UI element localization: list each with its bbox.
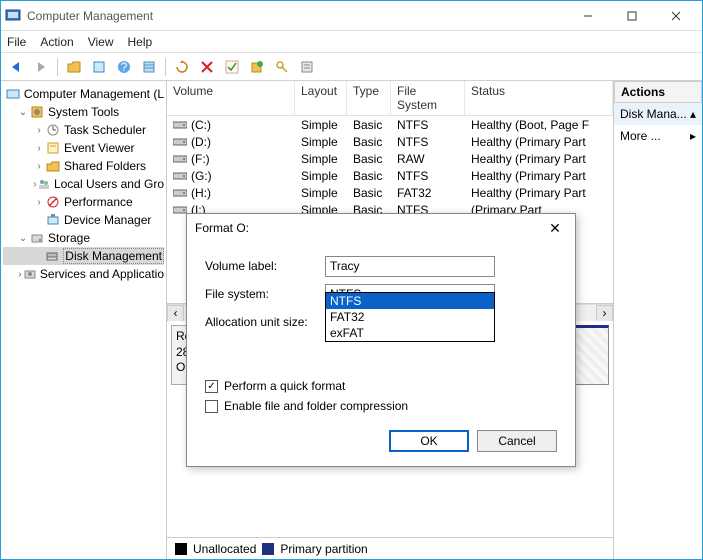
table-row[interactable]: (G:)SimpleBasicNTFSHealthy (Primary Part [167, 167, 613, 184]
tree-services[interactable]: ›Services and Applicatio [3, 265, 164, 283]
tree-performance[interactable]: ›Performance [3, 193, 164, 211]
menu-file[interactable]: File [7, 35, 26, 49]
back-button[interactable] [5, 56, 27, 78]
volume-table-header: Volume Layout Type File System Status [167, 81, 613, 116]
forward-button[interactable] [30, 56, 52, 78]
scroll-right-icon[interactable]: › [596, 305, 613, 322]
disk-icon [173, 120, 187, 130]
tree-task-scheduler[interactable]: ›Task Scheduler [3, 121, 164, 139]
tree-disk-management[interactable]: Disk Management [3, 247, 164, 265]
check-icon[interactable] [221, 56, 243, 78]
tree-pane: Computer Management (L ⌄System Tools ›Ta… [1, 81, 167, 559]
volume-label-label: Volume label: [205, 259, 325, 273]
dialog-close-icon[interactable]: ✕ [543, 220, 567, 237]
disk-icon [173, 154, 187, 164]
tree-system-tools[interactable]: ⌄System Tools [3, 103, 164, 121]
volume-label-input[interactable] [325, 256, 495, 277]
actions-header: Actions [614, 81, 702, 103]
legend-unallocated: Unallocated [193, 542, 256, 556]
table-row[interactable]: (H:)SimpleBasicFAT32Healthy (Primary Par… [167, 184, 613, 201]
menu-action[interactable]: Action [40, 35, 73, 49]
minimize-button[interactable] [566, 2, 610, 30]
legend: Unallocated Primary partition [167, 537, 613, 559]
actions-more[interactable]: More ...▸ [614, 125, 702, 147]
folder-icon[interactable] [63, 56, 85, 78]
menu-view[interactable]: View [88, 35, 114, 49]
actions-pane: Actions Disk Mana...▴ More ...▸ [614, 81, 702, 559]
allocation-unit-label: Allocation unit size: [205, 315, 325, 329]
file-system-dropdown: NTFS FAT32 exFAT [325, 292, 495, 342]
fs-option-exfat[interactable]: exFAT [326, 325, 494, 341]
disk-icon [173, 205, 187, 215]
table-row[interactable]: (F:)SimpleBasicRAWHealthy (Primary Part [167, 150, 613, 167]
refresh-icon[interactable] [171, 56, 193, 78]
legend-swatch-primary [262, 543, 274, 555]
fs-option-ntfs[interactable]: NTFS [326, 293, 494, 309]
window-title: Computer Management [27, 9, 566, 23]
tree-shared-folders[interactable]: ›Shared Folders [3, 157, 164, 175]
col-layout[interactable]: Layout [295, 81, 347, 115]
quick-format-checkbox[interactable]: ✓ Perform a quick format [205, 376, 557, 396]
svg-text:?: ? [121, 60, 128, 74]
table-row[interactable]: (D:)SimpleBasicNTFSHealthy (Primary Part [167, 133, 613, 150]
collapse-icon: ▴ [690, 107, 696, 121]
col-volume[interactable]: Volume [167, 81, 295, 115]
toolbar: ? [1, 53, 702, 81]
settings-icon[interactable] [296, 56, 318, 78]
tree-event-viewer[interactable]: ›Event Viewer [3, 139, 164, 157]
add-icon[interactable] [246, 56, 268, 78]
fs-option-fat32[interactable]: FAT32 [326, 309, 494, 325]
dialog-title: Format O: [195, 221, 543, 235]
compression-checkbox[interactable]: Enable file and folder compression [205, 396, 557, 416]
checkbox-checked-icon: ✓ [205, 380, 218, 393]
list-icon[interactable] [138, 56, 160, 78]
tree-root[interactable]: Computer Management (L [3, 85, 164, 103]
table-row[interactable]: (C:)SimpleBasicNTFSHealthy (Boot, Page F [167, 116, 613, 133]
format-dialog: Format O: ✕ Volume label: File system: N… [186, 213, 576, 467]
legend-swatch-unallocated [175, 543, 187, 555]
disk-icon [173, 188, 187, 198]
menu-bar: File Action View Help [1, 31, 702, 53]
disk-icon [173, 171, 187, 181]
tree-local-users[interactable]: ›Local Users and Gro [3, 175, 164, 193]
key-icon[interactable] [271, 56, 293, 78]
col-type[interactable]: Type [347, 81, 391, 115]
chevron-right-icon: ▸ [690, 129, 696, 143]
help-icon[interactable]: ? [113, 56, 135, 78]
maximize-button[interactable] [610, 2, 654, 30]
legend-primary: Primary partition [280, 542, 367, 556]
col-filesystem[interactable]: File System [391, 81, 465, 115]
app-icon [5, 8, 21, 24]
menu-help[interactable]: Help [128, 35, 153, 49]
delete-icon[interactable] [196, 56, 218, 78]
tree-device-manager[interactable]: Device Manager [3, 211, 164, 229]
actions-disk-mana[interactable]: Disk Mana...▴ [614, 103, 702, 125]
properties-icon[interactable] [88, 56, 110, 78]
dialog-titlebar: Format O: ✕ [187, 214, 575, 242]
col-status[interactable]: Status [465, 81, 613, 115]
cancel-button[interactable]: Cancel [477, 430, 557, 452]
scroll-left-icon[interactable]: ‹ [167, 305, 184, 322]
close-button[interactable] [654, 2, 698, 30]
checkbox-unchecked-icon [205, 400, 218, 413]
disk-icon [173, 137, 187, 147]
tree-storage[interactable]: ⌄Storage [3, 229, 164, 247]
ok-button[interactable]: OK [389, 430, 469, 452]
file-system-label: File system: [205, 287, 325, 301]
title-bar: Computer Management [1, 1, 702, 31]
